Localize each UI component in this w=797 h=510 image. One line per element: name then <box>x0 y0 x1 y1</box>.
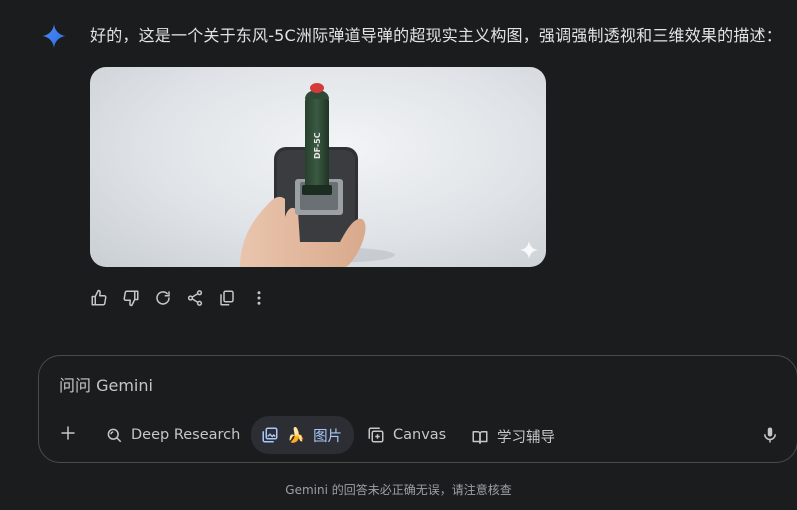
plus-icon <box>61 426 75 440</box>
missile-label: DF-5C <box>313 132 322 159</box>
deep-research-label: Deep Research <box>131 427 241 443</box>
image-tool-label: 图片 <box>313 428 343 445</box>
missile-tip <box>310 83 324 93</box>
prompt-composer: Deep Research 🍌 图片 Canvas 学习辅导 <box>38 355 797 463</box>
deep-research-icon <box>107 428 122 443</box>
thumbs-down-icon[interactable] <box>120 287 142 309</box>
canvas-icon <box>368 427 384 443</box>
regenerate-icon[interactable] <box>152 287 174 309</box>
prompt-input[interactable] <box>59 374 739 396</box>
microphone-icon <box>764 427 776 443</box>
gemini-logo-icon <box>42 24 66 48</box>
share-icon[interactable] <box>184 287 206 309</box>
banana-emoji: 🍌 <box>287 427 306 444</box>
microphone-button[interactable] <box>761 426 779 444</box>
generated-image[interactable]: DF-5C <box>90 67 546 267</box>
image-gallery-icon <box>262 427 278 443</box>
canvas-button[interactable]: Canvas <box>367 426 446 444</box>
thumbs-up-icon[interactable] <box>88 287 110 309</box>
add-button[interactable] <box>59 424 77 442</box>
response-text: 好的，这是一个关于东风-5C洲际弹道导弹的超现实主义构图，强调强制透视和三维效果… <box>90 26 782 45</box>
learning-button[interactable]: 学习辅导 <box>471 426 555 447</box>
sparkle-icon <box>520 241 538 259</box>
book-icon <box>472 430 488 444</box>
learning-label: 学习辅导 <box>497 430 555 446</box>
copy-icon[interactable] <box>216 287 238 309</box>
response-actions <box>88 287 270 309</box>
deep-research-button[interactable]: Deep Research <box>105 426 240 444</box>
disclaimer-text: Gemini 的回答未必正确无误，请注意核查 <box>285 483 512 497</box>
canvas-label: Canvas <box>393 427 447 443</box>
more-vert-icon[interactable] <box>248 287 270 309</box>
image-tool-button[interactable]: 🍌 图片 <box>251 416 355 454</box>
